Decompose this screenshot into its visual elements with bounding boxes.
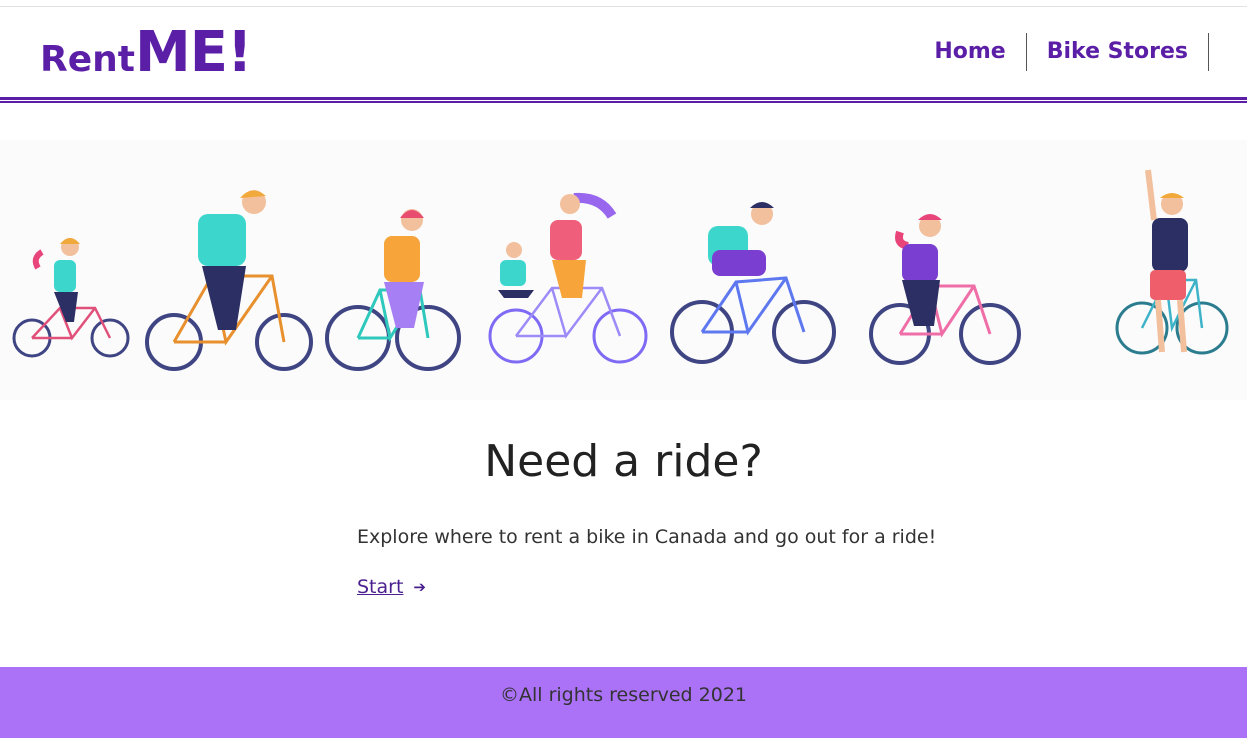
hero-illustration bbox=[0, 140, 1247, 400]
start-label[interactable]: Start bbox=[357, 576, 403, 598]
copyright-text: ©All rights reserved 2021 bbox=[499, 684, 748, 706]
brand-logo[interactable]: RentME! bbox=[40, 25, 253, 81]
nav-bike-stores-link[interactable]: Bike Stores bbox=[1027, 33, 1209, 71]
start-link[interactable]: Start ➔ bbox=[357, 576, 426, 598]
page-title: Need a ride? bbox=[484, 436, 763, 487]
brand-me: ME! bbox=[134, 20, 253, 85]
cyclists-illustration bbox=[0, 140, 1247, 400]
arrow-right-icon: ➔ bbox=[413, 578, 426, 596]
main-nav: Home Bike Stores bbox=[914, 33, 1209, 71]
intro-text: Explore where to rent a bike in Canada a… bbox=[357, 526, 937, 548]
nav-home-link[interactable]: Home bbox=[914, 33, 1027, 71]
header-border bbox=[0, 97, 1247, 103]
brand-rent: Rent bbox=[40, 39, 135, 80]
site-footer: ©All rights reserved 2021 bbox=[0, 667, 1247, 738]
site-header: RentME! Home Bike Stores bbox=[0, 7, 1247, 99]
